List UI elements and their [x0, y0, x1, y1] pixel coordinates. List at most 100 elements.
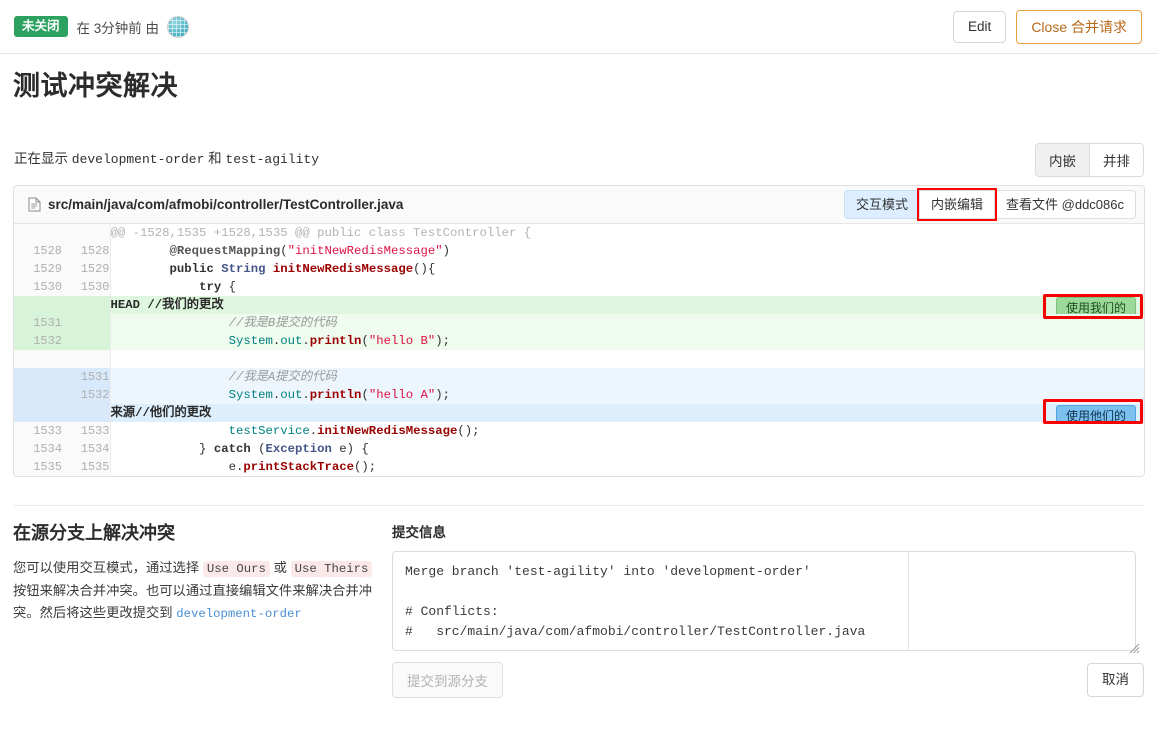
code-cell: System.out.println("hello B");	[110, 332, 1144, 350]
compare-conjunction: 和	[208, 151, 222, 166]
resolve-body-2: 或	[273, 560, 287, 575]
compare-prefix: 正在显示	[14, 151, 68, 166]
resolve-body: 您可以使用交互模式，通过选择 Use Ours 或 Use Theirs 按钮来…	[13, 557, 373, 625]
new-line-number: 1532	[62, 386, 111, 404]
old-line-number	[14, 386, 62, 404]
old-line-number: 1533	[14, 422, 62, 440]
code-cell	[110, 350, 1144, 368]
mr-status-left: 未关闭 在 3分钟前 由	[14, 15, 190, 38]
code-cell: testService.initNewRedisMessage();	[110, 422, 1144, 440]
old-line-number	[14, 404, 62, 422]
diff-row-context: 1530 1530 try {	[14, 278, 1144, 296]
cancel-button[interactable]: 取消	[1087, 663, 1144, 697]
diff-row-context: 1528 1528 @RequestMapping("initNewRedisM…	[14, 242, 1144, 260]
compare-target-branch: test-agility	[225, 152, 320, 167]
inline-edit-button[interactable]: 内嵌编辑	[917, 188, 998, 221]
code-cell: } catch (Exception e) {	[110, 440, 1144, 458]
theirs-marker-cell: 来源//他们的更改 使用他们的	[110, 404, 1144, 428]
conflict-file-actions: 交互模式 内嵌编辑 查看文件 @ddc086c	[844, 188, 1136, 221]
diff-row-hunk-header: @@ -1528,1535 +1528,1535 @@ public class…	[14, 224, 1144, 242]
new-line-number: 1531	[62, 368, 111, 386]
old-line-number	[14, 296, 62, 314]
conflict-diff-table: @@ -1528,1535 +1528,1535 @@ public class…	[14, 224, 1144, 476]
new-line-number: 1528	[62, 242, 111, 260]
code-cell: //我是A提交的代码	[110, 368, 1144, 386]
resolve-heading: 在源分支上解决冲突	[13, 523, 175, 543]
mr-status-actions: Edit Close 合并请求	[953, 9, 1142, 44]
resolve-body-1: 您可以使用交互模式，通过选择	[13, 560, 200, 575]
compare-branches-label: 正在显示 development-order 和 test-agility	[14, 147, 319, 167]
old-line-number: 1530	[14, 278, 62, 296]
diff-row-separator	[14, 350, 1144, 368]
diff-row-context: 1535 1535 e.printStackTrace();	[14, 458, 1144, 476]
new-line-number: 1530	[62, 278, 111, 296]
old-line-number: 1534	[14, 440, 62, 458]
diff-row-ours-marker: HEAD //我们的更改 使用我们的	[14, 296, 1144, 320]
new-line-number: 1529	[62, 260, 111, 278]
old-line-number: 1535	[14, 458, 62, 476]
new-line-number: 1533	[62, 422, 111, 440]
commit-message-section: 提交信息 Merge branch 'test-agility' into 'd…	[392, 521, 1144, 656]
old-line-number	[14, 368, 62, 386]
diff-view-toggle: 内嵌 并排	[1035, 143, 1144, 177]
view-toggle-inline[interactable]: 内嵌	[1036, 144, 1090, 176]
file-document-icon	[28, 197, 41, 212]
diff-row-context: 1533 1533 testService.initNewRedisMessag…	[14, 422, 1144, 440]
resolve-branch-link[interactable]: development-order	[176, 607, 301, 621]
view-file-button[interactable]: 查看文件 @ddc086c	[994, 190, 1136, 219]
mr-status-bar: 未关闭 在 3分钟前 由 Edit Close 合并请求	[0, 0, 1158, 54]
commit-message-label: 提交信息	[392, 525, 446, 540]
old-line-number: 1529	[14, 260, 62, 278]
section-divider	[14, 505, 1144, 506]
ours-marker-cell: HEAD //我们的更改 使用我们的	[110, 296, 1144, 320]
page-title: 测试冲突解决	[13, 71, 178, 101]
new-line-number	[62, 404, 111, 422]
code-use-ours: Use Ours	[202, 561, 270, 577]
new-line-number	[62, 314, 111, 332]
old-line-number: 1532	[14, 332, 62, 350]
old-line-number: 1528	[14, 242, 62, 260]
merge-conflict-page: 未关闭 在 3分钟前 由 Edit Close 合并请求 测试冲突解决 正在显示…	[0, 0, 1158, 733]
interactive-mode-button[interactable]: 交互模式	[844, 190, 921, 219]
code-cell: try {	[110, 278, 1144, 296]
view-toggle-side-by-side[interactable]: 并排	[1090, 144, 1143, 176]
new-line-number	[62, 350, 111, 368]
new-line-number	[62, 296, 111, 314]
diff-row-theirs: 1532 System.out.println("hello A");	[14, 386, 1144, 404]
conflict-file-header: src/main/java/com/afmobi/controller/Test…	[14, 186, 1144, 224]
hunk-old-gutter	[14, 224, 62, 242]
old-line-number	[14, 350, 62, 368]
close-merge-request-button[interactable]: Close 合并请求	[1016, 9, 1142, 44]
code-cell: System.out.println("hello A");	[110, 386, 1144, 404]
edit-button[interactable]: Edit	[953, 10, 1007, 43]
head-conflict-marker: HEAD //我们的更改	[110, 298, 224, 312]
diff-row-context: 1534 1534 } catch (Exception e) {	[14, 440, 1144, 458]
new-line-number: 1534	[62, 440, 111, 458]
code-use-theirs: Use Theirs	[290, 561, 373, 577]
code-cell: //我是B提交的代码	[110, 314, 1144, 332]
diff-row-theirs-marker: 来源//他们的更改 使用他们的	[14, 404, 1144, 428]
code-cell: e.printStackTrace();	[110, 458, 1144, 476]
diff-row-theirs: 1531 //我是A提交的代码	[14, 368, 1144, 386]
diff-row-ours: 1532 System.out.println("hello B");	[14, 332, 1144, 350]
conflict-file-path: src/main/java/com/afmobi/controller/Test…	[48, 197, 404, 212]
old-line-number: 1531	[14, 314, 62, 332]
diff-row-ours: 1531 //我是B提交的代码	[14, 314, 1144, 332]
code-cell: public String initNewRedisMessage(){	[110, 260, 1144, 278]
origin-conflict-marker: 来源//他们的更改	[110, 406, 212, 420]
status-badge: 未关闭	[14, 16, 68, 37]
commit-actions: 提交到源分支 取消	[392, 662, 1144, 698]
conflict-file-card: src/main/java/com/afmobi/controller/Test…	[13, 185, 1145, 477]
diff-body: @@ -1528,1535 +1528,1535 @@ public class…	[14, 224, 1144, 476]
new-line-number: 1535	[62, 458, 111, 476]
compare-source-branch: development-order	[71, 152, 205, 167]
hunk-header-code: @@ -1528,1535 +1528,1535 @@ public class…	[110, 224, 1144, 242]
mr-meta-text: 在 3分钟前 由	[76, 20, 160, 36]
resolve-instructions: 在源分支上解决冲突 您可以使用交互模式，通过选择 Use Ours 或 Use …	[13, 519, 373, 625]
commit-to-source-branch-button[interactable]: 提交到源分支	[392, 662, 503, 698]
commit-message-input[interactable]: Merge branch 'test-agility' into 'develo…	[392, 551, 1136, 651]
globe-avatar-icon[interactable]	[167, 15, 190, 38]
diff-row-context: 1529 1529 public String initNewRedisMess…	[14, 260, 1144, 278]
new-line-number	[62, 332, 111, 350]
code-cell: @RequestMapping("initNewRedisMessage")	[110, 242, 1144, 260]
